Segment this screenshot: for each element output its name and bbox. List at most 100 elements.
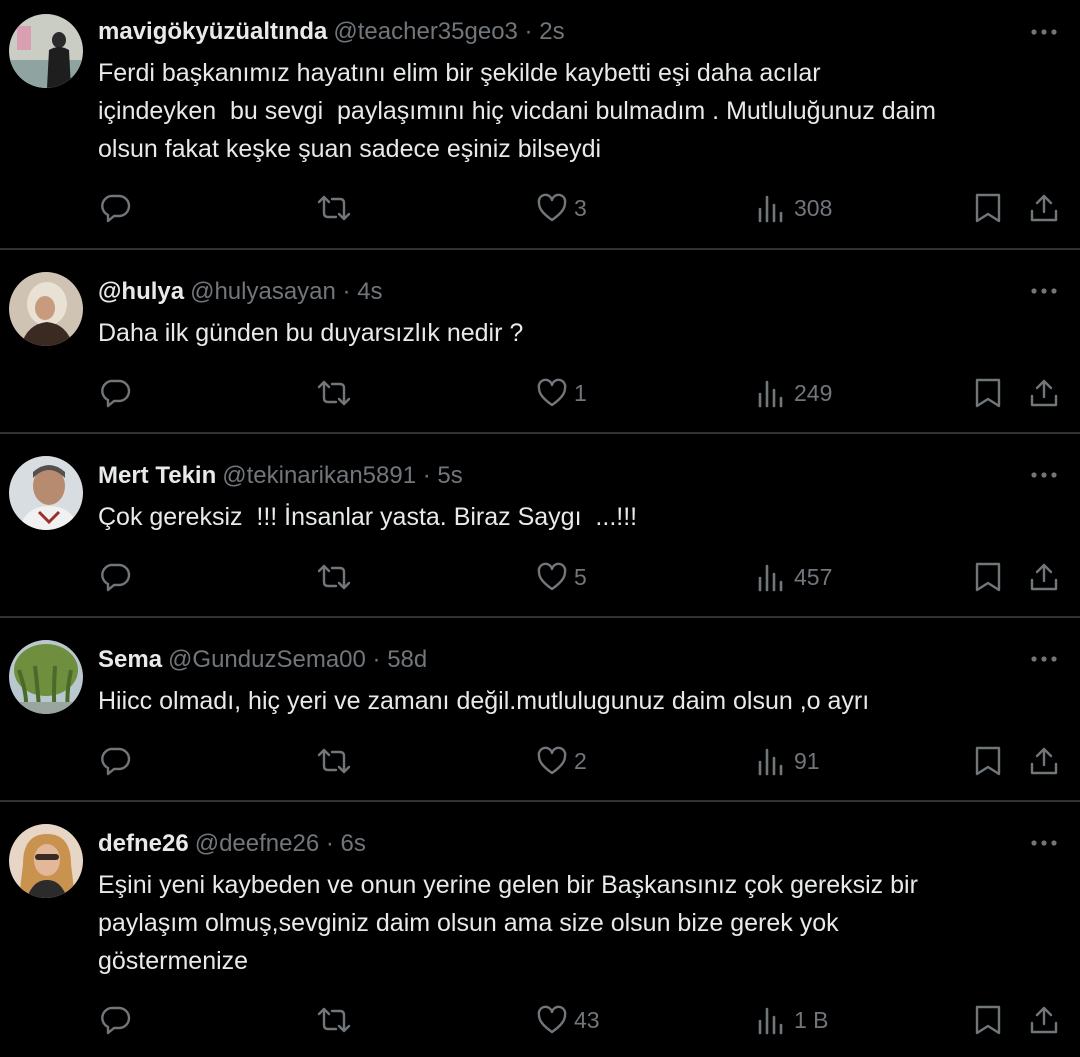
retweet-icon xyxy=(317,748,351,774)
avatar[interactable] xyxy=(9,14,83,88)
avatar[interactable] xyxy=(9,456,83,530)
tweet-header: Mert Tekin @tekinarikan5891 · 5s xyxy=(98,459,463,493)
reply-button[interactable] xyxy=(100,744,134,778)
retweet-icon xyxy=(317,1007,351,1033)
like-button[interactable]: 3 xyxy=(536,191,616,225)
more-icon[interactable] xyxy=(1028,833,1060,853)
reply-button[interactable] xyxy=(100,1003,134,1037)
handle-and-time[interactable]: @tekinarikan5891 · 5s xyxy=(222,462,463,489)
bookmark-button[interactable] xyxy=(974,376,1004,410)
views-button[interactable]: 91 xyxy=(756,744,866,778)
share-button[interactable] xyxy=(1029,191,1061,225)
bookmark-icon xyxy=(975,378,1001,408)
like-count: 43 xyxy=(574,1007,600,1033)
analytics-icon xyxy=(758,380,783,408)
tweet[interactable]: Sema @GunduzSema00 · 58d Hiicc olmadı, hi… xyxy=(0,618,1080,800)
more-icon[interactable] xyxy=(1028,465,1060,485)
share-icon xyxy=(1030,747,1058,775)
analytics-icon xyxy=(758,564,783,592)
heart-icon xyxy=(537,746,567,775)
heart-icon xyxy=(537,1005,567,1034)
handle-and-time[interactable]: @GunduzSema00 · 58d xyxy=(168,646,427,673)
tweet[interactable]: mavigökyüzüaltında @teacher35geo3 · 2s Fe… xyxy=(0,0,1080,248)
avatar[interactable] xyxy=(9,640,83,714)
retweet-button[interactable] xyxy=(316,560,354,594)
tweet-text: Hiicc olmadı, hiç yeri ve zamanı değil.m… xyxy=(98,687,870,715)
view-count: 249 xyxy=(794,380,833,406)
bookmark-icon xyxy=(975,562,1001,592)
view-count: 308 xyxy=(794,195,833,221)
tweet-header: defne26 @deefne26 · 6s xyxy=(98,827,366,861)
heart-icon xyxy=(537,562,567,591)
avatar[interactable] xyxy=(9,272,83,346)
share-icon xyxy=(1030,563,1058,591)
share-button[interactable] xyxy=(1029,376,1061,410)
retweet-button[interactable] xyxy=(316,744,354,778)
like-button[interactable]: 2 xyxy=(536,744,616,778)
views-button[interactable]: 308 xyxy=(756,191,866,225)
like-button[interactable]: 1 xyxy=(536,376,616,410)
share-icon xyxy=(1030,1006,1058,1034)
tweet[interactable]: Mert Tekin @tekinarikan5891 · 5s Çok gere… xyxy=(0,434,1080,616)
like-count: 2 xyxy=(574,748,587,774)
like-button[interactable]: 43 xyxy=(536,1003,616,1037)
reply-icon xyxy=(101,563,131,592)
retweet-button[interactable] xyxy=(316,1003,354,1037)
tweet-header: mavigökyüzüaltında @teacher35geo3 · 2s xyxy=(98,15,565,49)
display-name[interactable]: Sema xyxy=(98,646,162,673)
display-name[interactable]: @hulya xyxy=(98,278,184,305)
view-count: 1 B xyxy=(794,1007,829,1033)
tweet-header: Sema @GunduzSema00 · 58d xyxy=(98,643,427,677)
share-button[interactable] xyxy=(1029,560,1061,594)
views-button[interactable]: 249 xyxy=(756,376,866,410)
reply-icon xyxy=(101,747,131,776)
display-name[interactable]: defne26 xyxy=(98,830,189,857)
views-button[interactable]: 1 B xyxy=(756,1003,866,1037)
reply-button[interactable] xyxy=(100,560,134,594)
like-button[interactable]: 5 xyxy=(536,560,616,594)
tweet-text: Eşini yeni kaybeden ve onun yerine gelen… xyxy=(98,871,918,975)
share-icon xyxy=(1030,379,1058,407)
reply-button[interactable] xyxy=(100,376,134,410)
share-button[interactable] xyxy=(1029,744,1061,778)
handle-and-time[interactable]: @hulyasayan · 4s xyxy=(190,278,382,305)
reply-button[interactable] xyxy=(100,191,134,225)
more-icon[interactable] xyxy=(1028,649,1060,669)
bookmark-button[interactable] xyxy=(974,560,1004,594)
reply-icon xyxy=(101,194,131,223)
views-button[interactable]: 457 xyxy=(756,560,866,594)
analytics-icon xyxy=(758,195,783,223)
retweet-icon xyxy=(317,380,351,406)
analytics-icon xyxy=(758,748,783,776)
more-icon[interactable] xyxy=(1028,22,1060,42)
tweet[interactable]: defne26 @deefne26 · 6s Eşini yeni kaybede… xyxy=(0,802,1080,1057)
heart-icon xyxy=(537,378,567,407)
retweet-icon xyxy=(317,195,351,221)
handle-and-time[interactable]: @deefne26 · 6s xyxy=(195,830,366,857)
tweet[interactable]: @hulya @hulyasayan · 4s Daha ilk günden b… xyxy=(0,250,1080,432)
tweet-text: Daha ilk günden bu duyarsızlık nedir ? xyxy=(98,319,524,347)
retweet-button[interactable] xyxy=(316,191,354,225)
like-count: 1 xyxy=(574,380,587,406)
bookmark-button[interactable] xyxy=(974,744,1004,778)
retweet-button[interactable] xyxy=(316,376,354,410)
bookmark-button[interactable] xyxy=(974,1003,1004,1037)
more-icon[interactable] xyxy=(1028,281,1060,301)
reply-icon xyxy=(101,379,131,408)
reply-icon xyxy=(101,1006,131,1035)
display-name[interactable]: Mert Tekin xyxy=(98,462,216,489)
view-count: 457 xyxy=(794,564,833,590)
analytics-icon xyxy=(758,1007,783,1035)
display-name[interactable]: mavigökyüzüaltında xyxy=(98,18,327,45)
avatar[interactable] xyxy=(9,824,83,898)
share-button[interactable] xyxy=(1029,1003,1061,1037)
view-count: 91 xyxy=(794,748,820,774)
bookmark-icon xyxy=(975,1005,1001,1035)
tweet-text: Ferdi başkanımız hayatını elim bir şekil… xyxy=(98,59,936,163)
retweet-icon xyxy=(317,564,351,590)
heart-icon xyxy=(537,193,567,222)
bookmark-icon xyxy=(975,193,1001,223)
handle-and-time[interactable]: @teacher35geo3 · 2s xyxy=(333,18,564,45)
bookmark-button[interactable] xyxy=(974,191,1004,225)
share-icon xyxy=(1030,194,1058,222)
